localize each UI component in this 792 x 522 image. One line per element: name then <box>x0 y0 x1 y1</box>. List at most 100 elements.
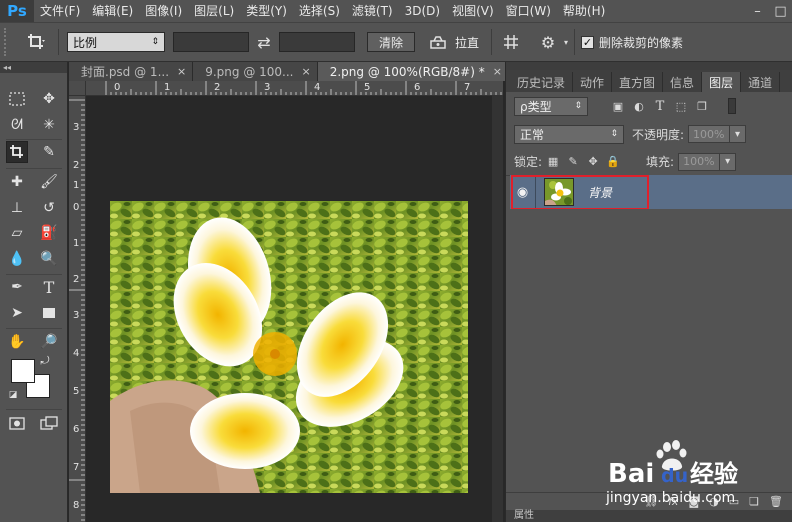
horizontal-ruler[interactable]: 0 1 2 3 4 5 6 7 <box>86 81 503 96</box>
tab-channels[interactable]: 通道 <box>741 72 781 92</box>
document-scrollbar[interactable] <box>492 96 503 522</box>
zoom-tool-icon[interactable]: 🔎 <box>38 331 60 353</box>
pen-tool-icon[interactable]: ✒ <box>6 276 28 298</box>
delete-cropped-checkbox[interactable]: ✓ <box>581 35 595 49</box>
menu-type[interactable]: 类型(Y) <box>240 0 293 22</box>
menu-file[interactable]: 文件(F) <box>34 0 86 22</box>
ruler-label: 2 <box>73 274 80 285</box>
dropdown-arrow-icon[interactable]: ▾ <box>564 38 568 47</box>
close-icon[interactable]: × <box>493 65 502 78</box>
marquee-tool-icon[interactable] <box>6 88 28 110</box>
menu-help[interactable]: 帮助(H) <box>557 0 611 22</box>
adjustment-layer-icon[interactable]: ◑ <box>709 495 719 508</box>
close-icon[interactable]: × <box>302 65 311 78</box>
move-tool-icon[interactable]: ✥ <box>38 88 60 110</box>
blend-mode-select[interactable]: 正常 ⇕ <box>514 124 624 144</box>
healing-brush-tool-icon[interactable]: ✚ <box>6 171 28 193</box>
swap-colors-icon[interactable]: ⤾ <box>38 354 52 368</box>
straighten-icon[interactable] <box>421 34 455 50</box>
trash-icon[interactable]: 🗑 <box>769 495 783 508</box>
eye-icon[interactable]: ◉ <box>510 175 536 209</box>
tool-separator <box>6 139 62 140</box>
menu-image[interactable]: 图像(I) <box>139 0 188 22</box>
layer-row[interactable]: ◉ 背景 <box>510 175 792 209</box>
menu-view[interactable]: 视图(V) <box>446 0 500 22</box>
image-canvas[interactable] <box>110 201 468 493</box>
vertical-ruler[interactable]: 3 2 1 0 1 2 3 4 5 6 7 8 <box>69 96 86 522</box>
maximize-button[interactable]: □ <box>769 0 792 22</box>
blur-tool-icon[interactable]: 💧 <box>6 248 28 270</box>
new-group-icon[interactable]: ▭ <box>729 495 739 508</box>
eyedropper-tool-icon[interactable]: ✎ <box>38 141 60 163</box>
menu-3d[interactable]: 3D(D) <box>399 0 446 22</box>
magic-wand-tool-icon[interactable]: ✳ <box>38 114 60 136</box>
document-tab[interactable]: 9.png @ 100... × <box>193 62 318 81</box>
path-selection-tool-icon[interactable]: ➤ <box>6 302 28 324</box>
dodge-tool-icon[interactable]: 🔍 <box>38 248 60 270</box>
menu-edit[interactable]: 编辑(E) <box>86 0 139 22</box>
smart-object-filter-icon[interactable]: ❐ <box>695 99 709 113</box>
tab-histogram[interactable]: 直方图 <box>612 72 664 92</box>
chevron-down-icon[interactable]: ▾ <box>730 125 747 143</box>
hand-tool-icon[interactable]: ✋ <box>6 331 28 353</box>
quick-mask-icon[interactable] <box>6 412 28 434</box>
type-filter-icon[interactable]: T <box>653 99 667 114</box>
close-icon[interactable]: × <box>177 65 186 78</box>
shape-filter-icon[interactable]: ⬚ <box>674 99 688 113</box>
eraser-tool-icon[interactable]: ▱ <box>6 222 28 244</box>
document-tab[interactable]: 封面.psd @ 1... × <box>69 62 194 81</box>
document-tab-active[interactable]: 2.png @ 100%(RGB/8#) * × <box>317 62 509 81</box>
layer-style-icon[interactable]: fx <box>668 495 678 508</box>
menu-layer[interactable]: 图层(L) <box>188 0 240 22</box>
lock-image-icon[interactable]: ✎ <box>566 155 580 169</box>
delete-cropped-label[interactable]: 删除裁剪的像素 <box>599 34 683 51</box>
lock-transparent-icon[interactable]: ▦ <box>546 155 560 169</box>
history-brush-tool-icon[interactable]: ↺ <box>38 197 60 219</box>
overlay-grid-icon[interactable] <box>498 34 524 50</box>
foreground-color-swatch[interactable] <box>11 359 35 383</box>
link-layers-icon[interactable]: ⛓ <box>644 495 658 508</box>
adjustment-filter-icon[interactable]: ◐ <box>632 99 646 113</box>
brush-tool-icon[interactable]: 🖌 <box>38 171 60 193</box>
default-colors-icon[interactable]: ◪ <box>6 388 20 402</box>
ratio-select[interactable]: 比例 ⇕ <box>67 32 165 52</box>
lock-all-icon[interactable]: 🔒 <box>606 155 620 169</box>
add-mask-icon[interactable]: ◙ <box>688 495 699 508</box>
ruler-origin[interactable] <box>69 81 86 96</box>
lock-position-icon[interactable]: ✥ <box>586 155 600 169</box>
minimize-button[interactable]: – <box>746 0 769 22</box>
menu-filter[interactable]: 滤镜(T) <box>346 0 399 22</box>
crop-tool-icon[interactable] <box>6 141 28 163</box>
tab-info[interactable]: 信息 <box>663 72 703 92</box>
layer-filter-select[interactable]: ρ类型 ⇕ <box>514 96 588 116</box>
tab-actions[interactable]: 动作 <box>573 72 613 92</box>
filter-toggle-switch[interactable] <box>728 98 736 114</box>
gear-icon[interactable]: ⚙ <box>532 33 564 52</box>
layers-list-empty-area[interactable] <box>506 209 792 492</box>
screen-mode-icon[interactable] <box>38 412 60 434</box>
toolbox-collapse-icon[interactable]: ◂◂ <box>0 62 67 73</box>
tab-history[interactable]: 历史记录 <box>510 72 574 92</box>
ratio-width-input[interactable] <box>173 32 249 52</box>
clear-button[interactable]: 清除 <box>367 32 415 52</box>
new-layer-icon[interactable]: ❏ <box>749 495 759 508</box>
menu-window[interactable]: 窗口(W) <box>500 0 557 22</box>
clone-stamp-tool-icon[interactable]: ⊥ <box>6 197 28 219</box>
ratio-height-input[interactable] <box>279 32 355 52</box>
tab-layers[interactable]: 图层 <box>702 72 742 92</box>
layer-name[interactable]: 背景 <box>588 184 612 201</box>
fill-input[interactable]: 100% <box>678 152 721 171</box>
opacity-input[interactable]: 100% <box>688 125 731 143</box>
crop-tool-preset-icon[interactable] <box>22 33 52 51</box>
properties-panel-tab[interactable]: 属性 <box>506 510 792 522</box>
lasso-tool-icon[interactable]: ᘛ <box>6 114 28 136</box>
swap-ratio-icon[interactable]: ⇄ <box>249 33 279 52</box>
chevron-down-icon[interactable]: ▾ <box>720 152 737 171</box>
rectangle-tool-icon[interactable] <box>38 302 60 324</box>
options-grip[interactable] <box>4 28 12 56</box>
type-tool-icon[interactable]: T <box>38 276 60 298</box>
menu-select[interactable]: 选择(S) <box>293 0 346 22</box>
paint-bucket-tool-icon[interactable]: ⛽ <box>38 222 60 244</box>
straighten-label[interactable]: 拉直 <box>455 34 479 51</box>
pixel-filter-icon[interactable]: ▣ <box>611 99 625 113</box>
